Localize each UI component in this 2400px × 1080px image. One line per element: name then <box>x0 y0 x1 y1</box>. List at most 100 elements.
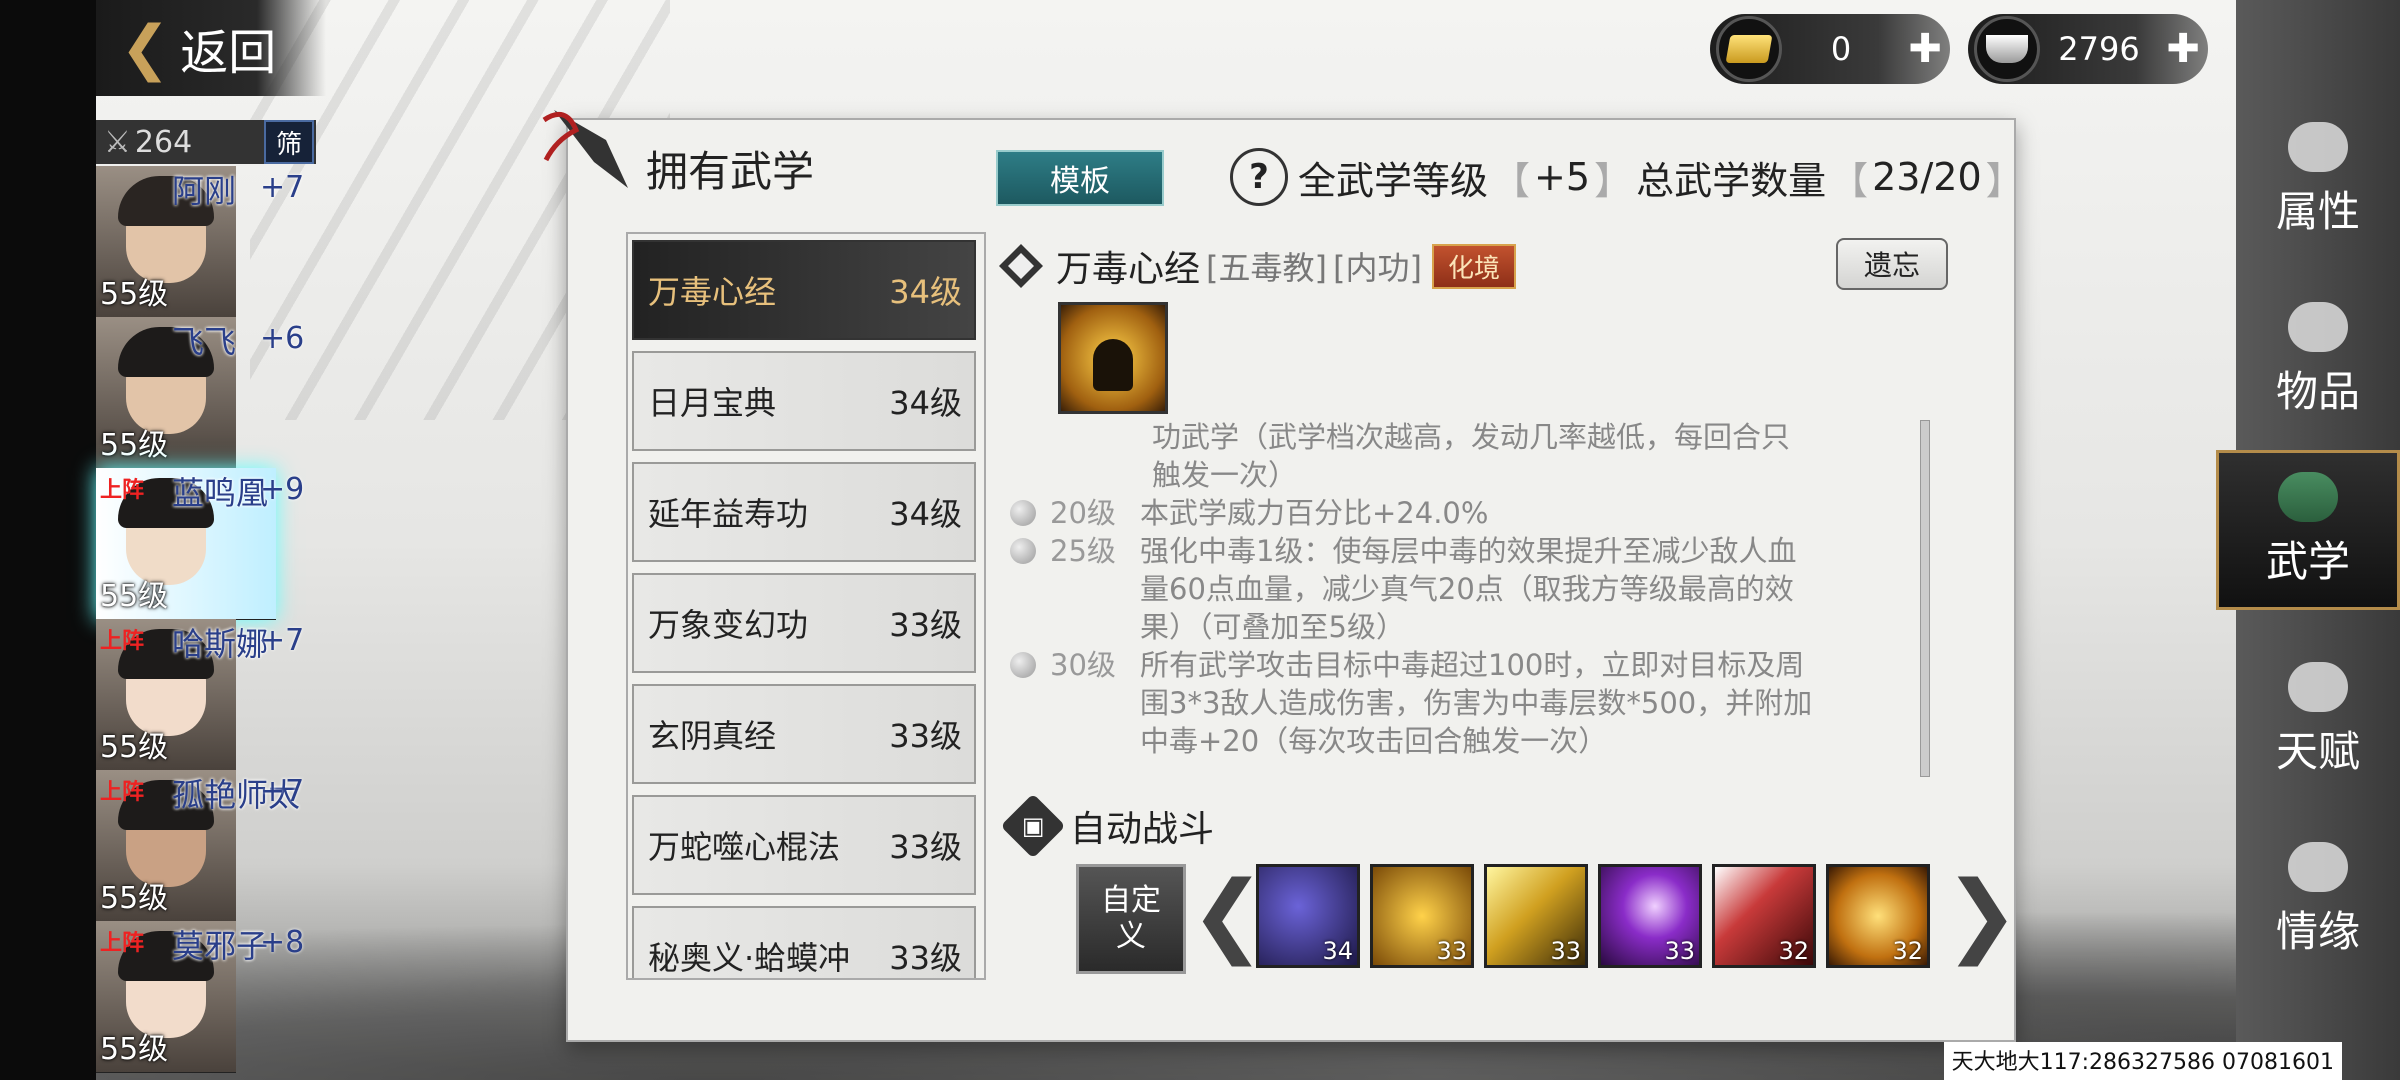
skill-name: 日月宝典 <box>648 384 777 422</box>
tab-items[interactable]: 物品 <box>2236 280 2400 440</box>
member-level: 55级 <box>100 730 169 765</box>
deployed-tag: 上阵 <box>100 780 145 805</box>
skill-name: 延年益寿功 <box>648 495 809 533</box>
gold-currency: 0 ✚ <box>1710 14 1950 84</box>
back-chevron-icon: ❮ <box>120 13 171 83</box>
member-name: 阿刚 <box>172 172 237 210</box>
team-filter-bar: 264 筛 <box>96 120 316 164</box>
gold-value: 0 <box>1830 30 1852 68</box>
member-plus: +9 <box>260 472 305 507</box>
custom-button[interactable]: 自定义 <box>1076 864 1186 974</box>
member-level: 55级 <box>100 428 169 463</box>
tab-affinity[interactable]: 情缘 <box>2236 820 2400 980</box>
team-member[interactable]: 上阵 哈斯娜 +7 55级 <box>96 619 356 771</box>
skill-list[interactable]: 万毒心经 34级 日月宝典 34级 延年益寿功 34级 万象变幻功 33级 玄阴… <box>626 232 986 980</box>
skill-item[interactable]: 万蛇噬心棍法 33级 <box>632 795 976 895</box>
back-label: 返回 <box>180 25 277 81</box>
tab-attributes[interactable]: 属性 <box>2236 100 2400 260</box>
skill-level: 33级 <box>889 606 962 644</box>
skill-type: [内功] <box>1333 249 1422 287</box>
skill-emblem-icon <box>999 244 1043 288</box>
effect-text: 量60点血量，减少真气20点（取我方等级最高的效 <box>1140 572 1794 606</box>
martial-stats: ? 全武学等级 【 +5 】 总武学数量 【 23/20 】 <box>1230 148 2028 206</box>
scroll-right-arrow[interactable]: ❯ <box>1944 870 2019 960</box>
skill-slot[interactable]: 34 <box>1256 864 1360 968</box>
skill-item[interactable]: 秘奥义·蛤蟆冲 33级 <box>632 906 976 978</box>
add-gold-button[interactable]: ✚ <box>1900 24 1950 74</box>
skill-item[interactable]: 玄阴真经 33级 <box>632 684 976 784</box>
member-plus: +6 <box>260 321 305 356</box>
martial-icon <box>2278 471 2338 522</box>
effect-text: 中毒+20（每次攻击回合触发一次） <box>1140 724 1608 758</box>
tab-talents[interactable]: 天赋 <box>2236 640 2400 800</box>
auto-battle-title: 自动战斗 <box>1070 809 1215 850</box>
slot-level: 33 <box>1550 937 1581 965</box>
team-member-selected[interactable]: 上阵 蓝鸣凰 +9 55级 <box>96 468 356 620</box>
skill-slot[interactable]: 33 <box>1598 864 1702 968</box>
intro-line: 触发一次） <box>1152 458 1298 492</box>
member-level: 55级 <box>100 579 169 614</box>
attribute-icon <box>2288 121 2348 172</box>
skill-slot[interactable]: 32 <box>1826 864 1930 968</box>
scroll-left-arrow[interactable]: ❮ <box>1190 870 1265 960</box>
template-button[interactable]: 模板 <box>996 150 1164 206</box>
item-icon <box>2288 301 2348 352</box>
tab-martial-arts[interactable]: 武学 <box>2216 450 2400 610</box>
skill-slot[interactable]: 32 <box>1712 864 1816 968</box>
tab-label: 情缘 <box>2275 906 2360 956</box>
skill-item[interactable]: 日月宝典 34级 <box>632 351 976 451</box>
gold-ingot-icon <box>1716 16 1782 82</box>
effect-row: 20级 本武学威力百分比+24.0% <box>1010 494 1920 532</box>
help-icon[interactable]: ? <box>1230 148 1288 206</box>
bullet-icon <box>1010 538 1036 564</box>
skill-level: 34级 <box>889 495 962 533</box>
deployed-tag: 上阵 <box>100 478 145 503</box>
right-nav: 属性 物品 武学 天赋 情缘 <box>2216 0 2400 1080</box>
description-scrollbar[interactable] <box>1920 420 1930 777</box>
skill-sect: [五毒教] <box>1206 249 1327 287</box>
affinity-icon <box>2288 841 2348 892</box>
skill-item[interactable]: 延年益寿功 34级 <box>632 462 976 562</box>
skill-slot[interactable]: 33 <box>1484 864 1588 968</box>
forget-button[interactable]: 遗忘 <box>1836 238 1948 290</box>
skill-description[interactable]: 功武学（武学档次越高，发动几率越低，每回合只 触发一次） 20级 本武学威力百分… <box>1010 418 1920 760</box>
talent-icon <box>2288 661 2348 712</box>
team-list: 阿刚 +7 55级 飞飞 +6 55级 上阵 蓝鸣凰 +9 55级 上阵 哈斯娜… <box>96 166 356 1073</box>
all-level-label: 全武学等级 <box>1298 158 1489 203</box>
skill-item[interactable]: 万象变幻功 33级 <box>632 573 976 673</box>
skill-name: 万蛇噬心棍法 <box>648 828 841 866</box>
back-button[interactable]: ❮ 返回 <box>96 0 326 96</box>
skill-name: 万毒心经 <box>648 273 777 311</box>
team-member[interactable]: 阿刚 +7 55级 <box>96 166 356 318</box>
skill-level: 33级 <box>889 939 962 977</box>
skill-level: 33级 <box>889 717 962 755</box>
team-member[interactable]: 上阵 莫邪子 +8 55级 <box>96 921 356 1073</box>
effect-text: 围3*3敌人造成伤害，伤害为中毒层数*500，并附加 <box>1140 686 1813 720</box>
total-label: 总武学数量 <box>1636 158 1827 203</box>
member-level: 55级 <box>100 1032 169 1067</box>
bullet-icon <box>1010 652 1036 678</box>
filter-button[interactable]: 筛 <box>264 120 314 164</box>
effect-level: 20级 <box>1050 496 1116 530</box>
team-member[interactable]: 上阵 孤艳师太 +7 55级 <box>96 770 356 922</box>
total-value: 23/20 <box>1872 155 1982 199</box>
member-plus: +8 <box>260 925 305 960</box>
skill-item-selected[interactable]: 万毒心经 34级 <box>632 240 976 340</box>
skill-name: 玄阴真经 <box>648 717 777 755</box>
member-level: 55级 <box>100 277 169 312</box>
skill-slot[interactable]: 33 <box>1370 864 1474 968</box>
team-member[interactable]: 飞飞 +6 55级 <box>96 317 356 469</box>
tab-label: 武学 <box>2265 536 2350 586</box>
meditation-skill-icon <box>1058 302 1168 414</box>
panel-title: 拥有武学 <box>646 147 815 196</box>
left-edge <box>0 0 96 1080</box>
effect-text: 本武学威力百分比+24.0% <box>1140 496 1489 530</box>
silver-value: 2796 <box>2058 30 2140 68</box>
team-count: 264 <box>104 125 264 160</box>
effect-level: 25级 <box>1050 534 1116 568</box>
silver-ingot-icon <box>1974 16 2040 82</box>
effect-text: 强化中毒1级：使每层中毒的效果提升至减少敌人血 <box>1140 534 1797 568</box>
banner-flag-icon <box>542 110 628 188</box>
slot-level: 32 <box>1778 937 1809 965</box>
add-silver-button[interactable]: ✚ <box>2158 24 2208 74</box>
